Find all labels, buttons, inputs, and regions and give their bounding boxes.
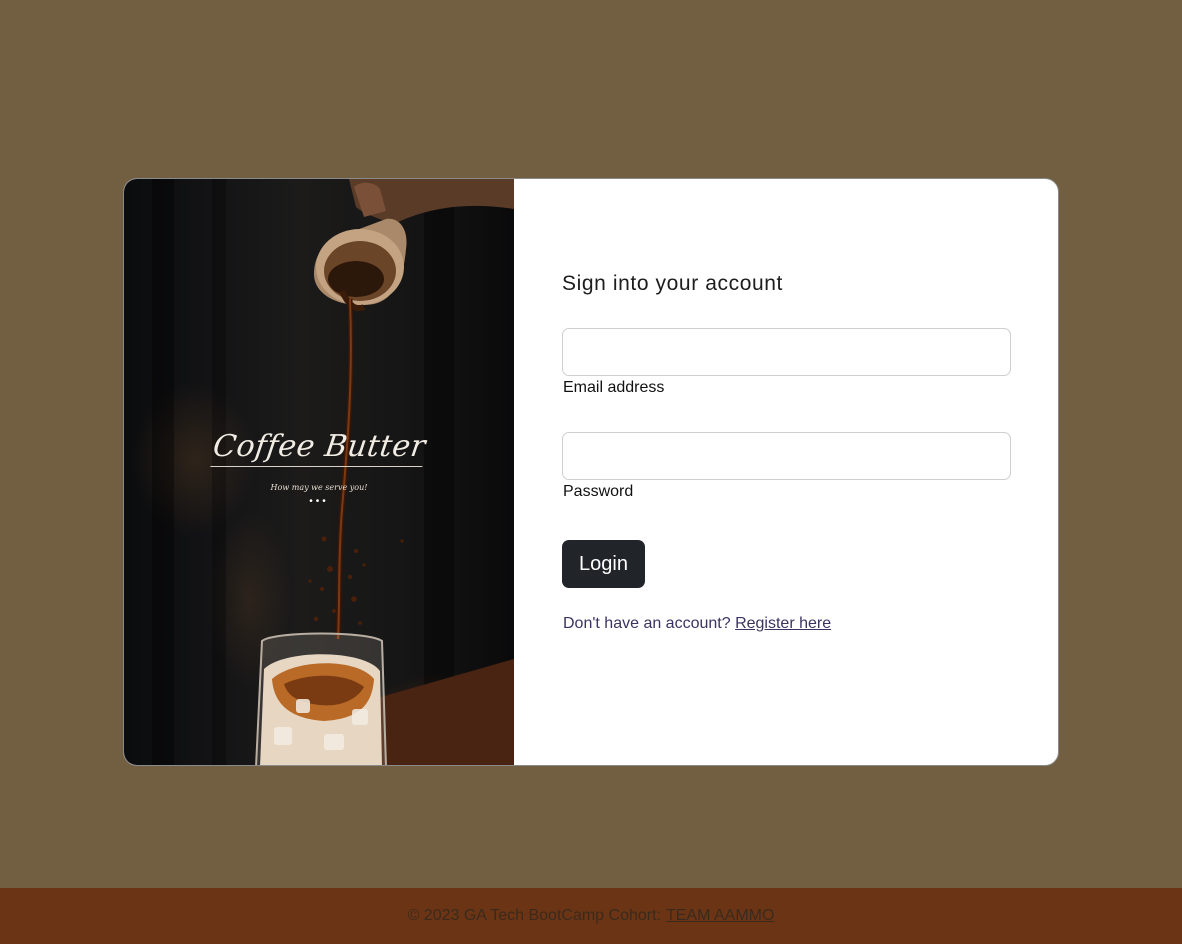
hero-image: Coffee Butter How may we serve you! ••• bbox=[124, 179, 514, 765]
brand-logo: Coffee Butter bbox=[210, 429, 428, 467]
brand-overlay: Coffee Butter How may we serve you! ••• bbox=[124, 429, 514, 507]
password-input[interactable] bbox=[562, 432, 1011, 480]
login-form: Sign into your account Email address Pas… bbox=[514, 179, 1058, 765]
brand-tagline: How may we serve you! bbox=[270, 483, 368, 492]
form-title: Sign into your account bbox=[562, 272, 783, 295]
email-input[interactable] bbox=[562, 328, 1011, 376]
register-prompt-text: Don't have an account? bbox=[563, 615, 731, 632]
email-label: Email address bbox=[563, 379, 665, 396]
login-button[interactable]: Login bbox=[562, 540, 645, 588]
register-prompt-line: Don't have an account? Register here bbox=[563, 615, 831, 633]
footer-team-link[interactable]: TEAM AAMMO bbox=[666, 907, 774, 925]
brand-dots: ••• bbox=[309, 496, 329, 507]
register-link[interactable]: Register here bbox=[735, 615, 831, 632]
footer-text: © 2023 GA Tech BootCamp Cohort: bbox=[407, 907, 661, 924]
password-label: Password bbox=[563, 483, 634, 500]
login-card: Coffee Butter How may we serve you! ••• … bbox=[123, 178, 1059, 766]
footer: © 2023 GA Tech BootCamp Cohort: TEAM AAM… bbox=[0, 888, 1182, 944]
